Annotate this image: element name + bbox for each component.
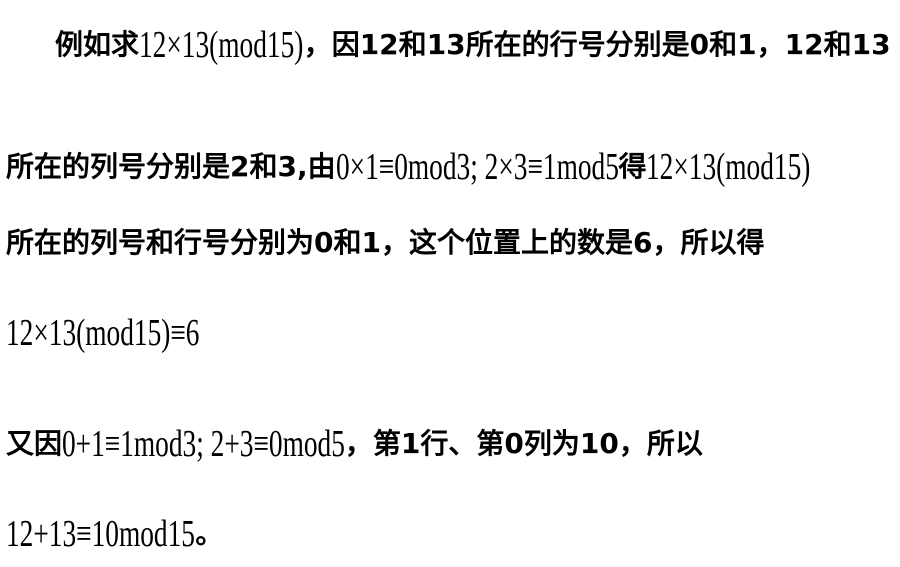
chinese-text: ,由 (297, 150, 336, 183)
bold-number: 0 (689, 28, 710, 61)
chinese-text: 行、第 (420, 427, 505, 460)
chinese-text: 所在的列号和行号分别为 (6, 226, 315, 259)
bold-number: 1 (361, 226, 381, 259)
math-expression: 0×1≡0mod3; 2×3≡1mod5 (335, 146, 619, 188)
text-line-1: 例如求12×13(mod15)，因 12 和 13 所在的行号分别是 0 和 1… (55, 26, 891, 64)
chinese-text: 。 (195, 517, 224, 550)
chinese-text: ，这个位置上的数是 (381, 226, 634, 259)
math-expression: 0+1≡1mod3; 2+3≡0mod5 (62, 423, 345, 465)
bold-number: 0 (314, 226, 334, 259)
chinese-text: ， (756, 28, 785, 61)
bold-number: 3 (277, 150, 297, 183)
chinese-text: ，所以得 (652, 226, 765, 259)
math-expression: 12+13≡10mod15 (6, 513, 195, 555)
math-expression: 12×13(mod15) (139, 24, 304, 66)
bold-number: 1 (737, 28, 757, 61)
bold-number: 6 (633, 226, 653, 259)
bold-number: 13 (851, 28, 891, 61)
text-line-2: 所在的列号分别是 2 和 3,由0×1≡0mod3; 2×3≡1mod5得12×… (6, 148, 811, 186)
chinese-text: 和 (333, 226, 362, 259)
chinese-text: 又因 (6, 427, 63, 460)
bold-number: 12 (784, 28, 824, 61)
text-line-4: 12×13(mod15)≡6 (6, 314, 199, 352)
text-line-3: 所在的列号和行号分别为 0 和 1，这个位置上的数是 6，所以得 (6, 229, 765, 257)
chinese-text: 和 (823, 28, 852, 61)
chinese-text: 所在的行号分别是 (465, 28, 690, 61)
chinese-text: 所在的列号分别是 (6, 150, 231, 183)
chinese-text: 和 (249, 150, 278, 183)
chinese-text: 和 (709, 28, 738, 61)
text-line-5: 又因 0+1≡1mod3; 2+3≡0mod5 ，第 1 行、第 0 列为 10… (6, 425, 703, 463)
chinese-text: 列为 (523, 427, 580, 460)
bold-number: 10 (579, 427, 619, 460)
bold-number: 0 (504, 427, 524, 460)
chinese-text: ，第 (344, 427, 401, 460)
text-line-6: 12+13≡10mod15。 (6, 515, 223, 553)
chinese-text: 例如求 (55, 28, 140, 61)
bold-number: 1 (400, 427, 421, 460)
chinese-text: ，所以 (618, 427, 703, 460)
math-expression: 12×13(mod15)≡6 (6, 312, 200, 354)
chinese-text: 得 (618, 150, 647, 183)
bold-number: 12 (359, 28, 399, 61)
bold-number: 13 (426, 28, 466, 61)
math-expression: 12×13(mod15) (646, 146, 811, 188)
document-page: 例如求12×13(mod15)，因 12 和 13 所在的行号分别是 0 和 1… (0, 0, 900, 567)
chinese-text: 和 (398, 28, 427, 61)
bold-number: 2 (230, 150, 250, 183)
chinese-text: ，因 (303, 28, 360, 61)
